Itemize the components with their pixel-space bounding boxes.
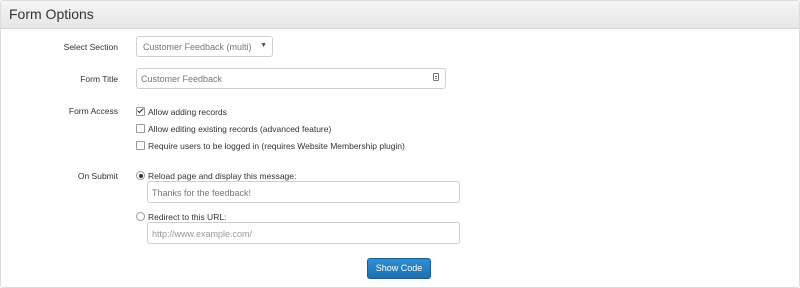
form-access-label: Form Access [68,106,118,116]
require-login-checkbox[interactable] [136,141,145,150]
redirect-radio[interactable] [136,212,145,221]
message-value: Thanks for the feedback! [152,188,252,198]
allow-adding-checkbox[interactable] [136,107,145,116]
form-title-label: Form Title [80,74,118,84]
reload-page-radio[interactable] [136,171,145,180]
reload-page-label: Reload page and display this message: [148,171,297,181]
allow-editing-label: Allow editing existing records (advanced… [148,124,332,134]
dropdown-arrow-icon: ▼ [260,42,267,49]
allow-adding-label: Allow adding records [148,107,227,117]
form-title-input[interactable]: Customer Feedback [136,68,446,89]
form-title-value: Customer Feedback [141,74,223,84]
require-login-label: Require users to be logged in (requires … [148,141,405,151]
on-submit-label: On Submit [77,171,118,181]
redirect-url-placeholder: http://www.example.com/ [152,229,253,239]
redirect-label: Redirect to this URL: [148,212,227,222]
allow-editing-checkbox[interactable] [136,124,145,133]
show-code-button[interactable]: Show Code [367,258,431,279]
panel-header: Form Options [1,1,799,29]
message-input[interactable]: Thanks for the feedback! [147,181,460,203]
section-select-value: Customer Feedback (multi) [143,42,252,52]
redirect-url-input[interactable]: http://www.example.com/ [147,222,460,244]
select-section-label: Select Section [63,42,118,52]
clipboard-icon [433,73,439,81]
section-select[interactable]: Customer Feedback (multi) ▼ [136,36,273,57]
panel-title: Form Options [9,6,94,22]
